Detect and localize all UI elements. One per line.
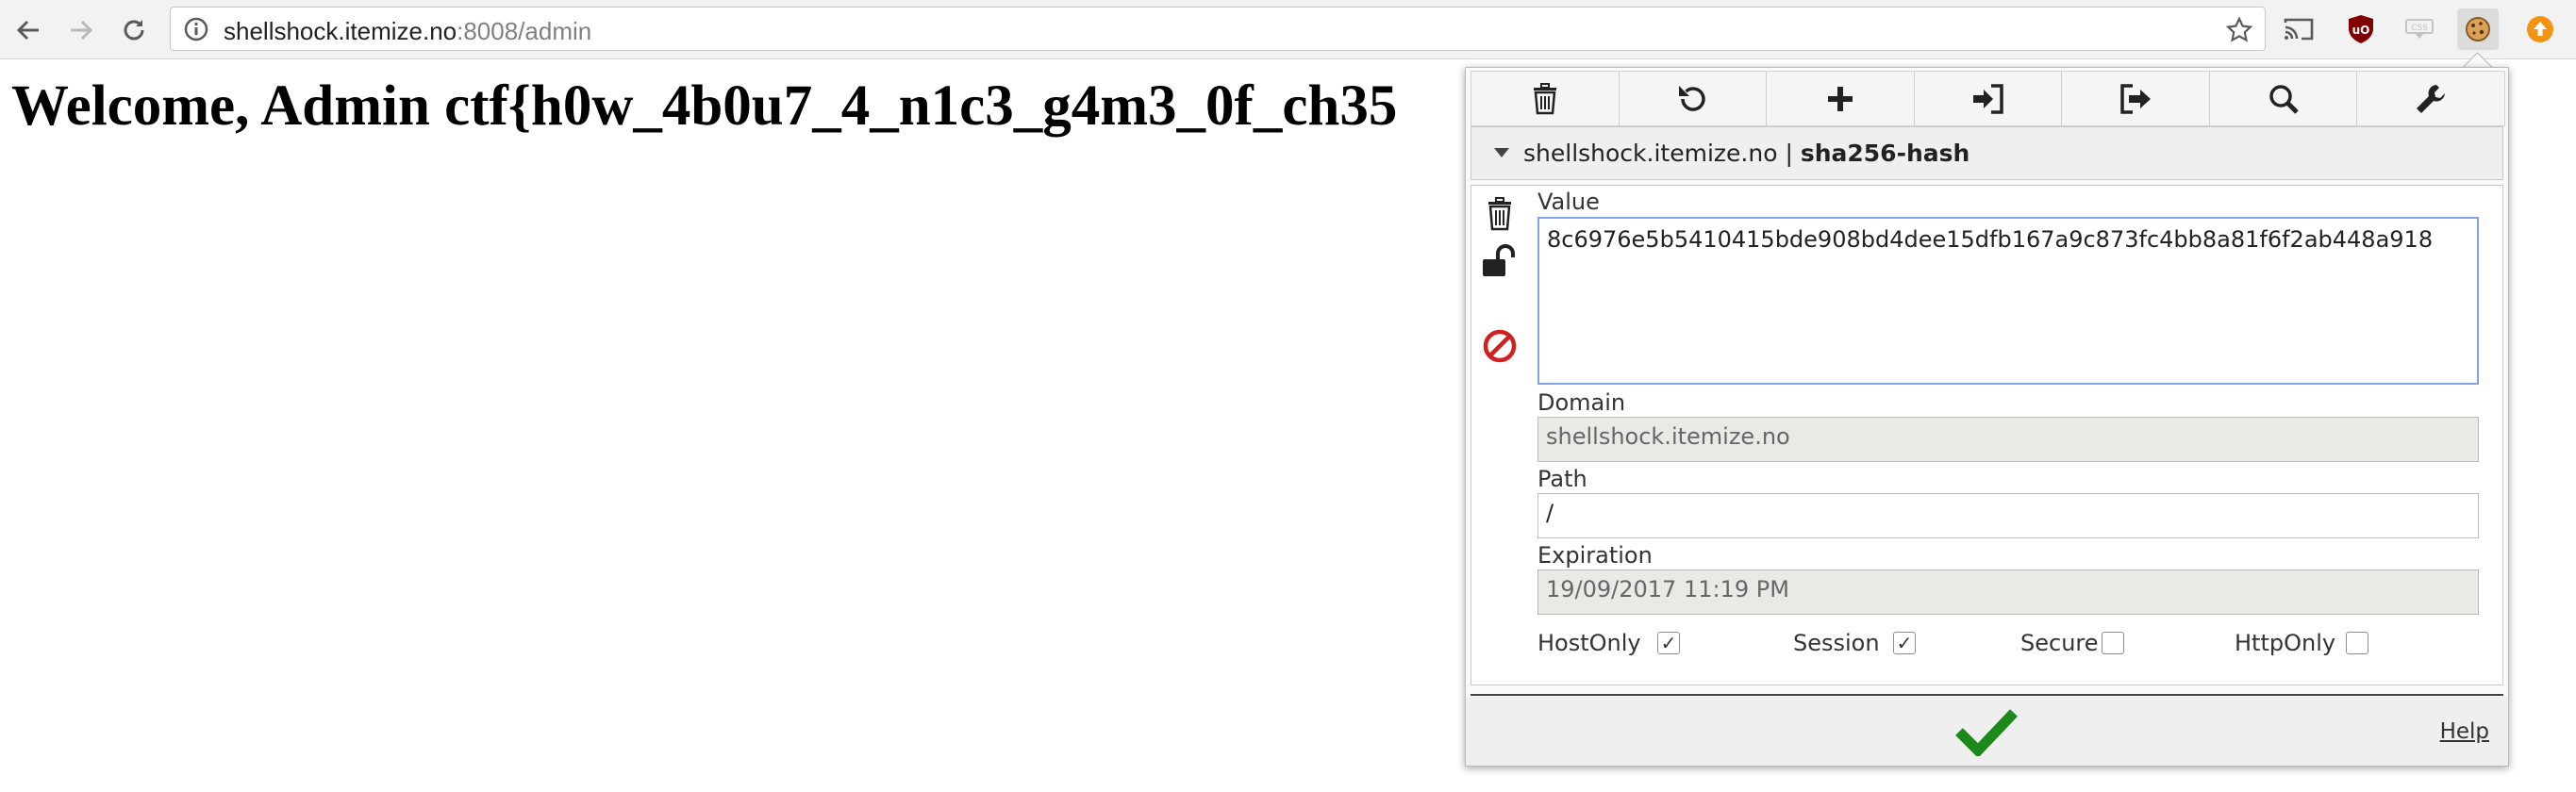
lock-cookie-button[interactable] [1481,242,1519,280]
checkmark-icon: ✓ [1660,632,1677,654]
save-button[interactable] [1955,704,2018,757]
address-bar[interactable]: shellshock.itemize.no:8008/admin [170,7,2266,51]
path-field[interactable]: / [1537,493,2479,538]
back-arrow-icon [16,20,39,41]
value-label: Value [1537,189,1600,215]
cookie-icon [2466,17,2490,41]
ublock-shield-icon: uO [2349,15,2373,43]
reload-button[interactable] [113,9,155,51]
session-checkbox[interactable]: ✓ [1893,632,1916,654]
popup-toolbar [1471,71,2505,126]
cast-button[interactable] [2278,8,2319,50]
svg-text:uO: uO [2352,24,2370,37]
forward-button[interactable] [60,9,102,51]
hostonly-checkbox[interactable]: ✓ [1657,632,1680,654]
expiration-label: Expiration [1537,542,1653,569]
cookie-header[interactable]: shellshock.itemize.no | sha256-hash [1471,126,2503,180]
domain-field[interactable]: shellshock.itemize.no [1537,417,2479,462]
info-icon [184,17,208,41]
unlock-icon [1483,244,1515,276]
search-button[interactable] [2210,72,2358,125]
help-link[interactable]: Help [2440,719,2489,744]
add-cookie-button[interactable] [1767,72,1915,125]
css-icon: CSS [2405,19,2434,39]
delete-all-button[interactable] [1471,72,1620,125]
page-title: Welcome, Admin ctf{h0w_4b0u7_4_n1c3_g4m3… [11,74,1398,138]
collapse-caret-icon[interactable] [1494,148,1509,157]
block-cookie-button[interactable] [1481,327,1519,365]
wrench-icon [2417,84,2446,113]
cookie-details: Value 8c6976e5b5410415bde908bd4dee15dfb1… [1471,185,2503,685]
httponly-checkbox[interactable] [2346,632,2368,654]
checkmark-icon [1955,709,2018,756]
expiration-field[interactable]: 19/09/2017 11:19 PM [1537,569,2479,615]
url-text: shellshock.itemize.no:8008/admin [224,17,592,45]
import-button[interactable] [1915,72,2063,125]
sign-in-icon [1972,83,2003,114]
trash-icon [1488,197,1511,231]
block-icon [1483,329,1517,363]
cookie-title: shellshock.itemize.no | sha256-hash [1523,140,1970,167]
search-icon [2269,84,2299,114]
delete-cookie-button[interactable] [1481,195,1519,233]
hostonly-label: HostOnly [1537,630,1641,656]
svg-text:CSS: CSS [2411,24,2428,33]
cookie-editor-popup: shellshock.itemize.no | sha256-hash Valu… [1465,67,2509,767]
reset-button[interactable] [1620,72,1768,125]
cookie-editor-extension-button[interactable] [2457,8,2499,50]
plus-icon [1827,86,1853,111]
checkmark-icon: ✓ [1896,632,1913,654]
settings-button[interactable] [2357,72,2504,125]
sign-out-icon [2120,83,2152,114]
cast-icon [2284,18,2314,41]
reload-icon [124,20,144,41]
ublock-extension-button[interactable]: uO [2340,8,2382,50]
browser-toolbar: shellshock.itemize.no:8008/admin uO CSS [0,0,2576,59]
css-extension-button[interactable]: CSS [2399,8,2440,50]
domain-label: Domain [1537,389,1626,416]
path-label: Path [1537,466,1587,492]
popup-footer: Help [1466,697,2508,766]
export-button[interactable] [2062,72,2210,125]
trash-icon [1533,82,1556,114]
httponly-label: HttpOnly [2235,630,2336,656]
back-button[interactable] [8,9,49,51]
secure-label: Secure [2020,630,2099,656]
forward-arrow-icon [71,20,93,41]
footer-divider [1471,694,2503,696]
bookmark-star-icon[interactable] [2225,16,2253,44]
undo-icon [1679,85,1706,111]
secure-checkbox[interactable] [2102,632,2124,654]
update-extension-button[interactable] [2519,8,2561,50]
session-label: Session [1793,630,1880,656]
up-arrow-circle-icon [2527,16,2553,42]
value-textarea[interactable]: 8c6976e5b5410415bde908bd4dee15dfb167a9c8… [1537,217,2479,385]
